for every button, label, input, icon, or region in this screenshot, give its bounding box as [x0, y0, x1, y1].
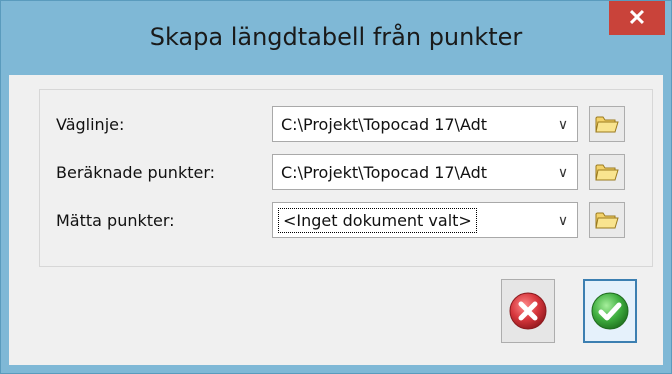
folder-icon	[595, 212, 619, 229]
ok-button[interactable]	[583, 279, 637, 343]
vaglinje-label: Väglinje:	[56, 115, 125, 134]
chevron-down-icon[interactable]: ∨	[553, 213, 573, 227]
vaglinje-browse-button[interactable]	[589, 106, 625, 142]
row-beraknade: Beräknade punkter: C:\Projekt\Topocad 17…	[40, 152, 652, 192]
chevron-down-icon[interactable]: ∨	[553, 165, 573, 179]
dialog-window: Skapa längdtabell från punkter ✕ Väglinj…	[0, 0, 672, 374]
close-icon: ✕	[627, 5, 647, 30]
cancel-button[interactable]	[501, 279, 555, 343]
beraknade-label: Beräknade punkter:	[56, 163, 216, 182]
cancel-icon	[509, 292, 547, 330]
beraknade-value: C:\Projekt\Topocad 17\Adt	[281, 163, 488, 182]
vaglinje-combobox[interactable]: C:\Projekt\Topocad 17\Adt ∨	[272, 106, 578, 142]
title-bar[interactable]: Skapa längdtabell från punkter ✕	[1, 1, 671, 75]
fields-group: Väglinje: C:\Projekt\Topocad 17\Adt ∨ Be…	[39, 89, 653, 267]
matta-label: Mätta punkter:	[56, 211, 175, 230]
matta-value: <Inget dokument valt>	[278, 208, 477, 233]
chevron-down-icon[interactable]: ∨	[553, 117, 573, 131]
folder-icon	[595, 116, 619, 133]
beraknade-combobox[interactable]: C:\Projekt\Topocad 17\Adt ∨	[272, 154, 578, 190]
beraknade-browse-button[interactable]	[589, 154, 625, 190]
ok-check-icon	[591, 292, 629, 330]
matta-browse-button[interactable]	[589, 202, 625, 238]
vaglinje-value: C:\Projekt\Topocad 17\Adt	[281, 115, 488, 134]
window-title: Skapa längdtabell från punkter	[149, 23, 523, 51]
row-vaglinje: Väglinje: C:\Projekt\Topocad 17\Adt ∨	[40, 104, 652, 144]
row-matta: Mätta punkter: <Inget dokument valt> ∨	[40, 200, 652, 240]
close-button[interactable]: ✕	[609, 1, 665, 35]
folder-icon	[595, 164, 619, 181]
matta-combobox[interactable]: <Inget dokument valt> ∨	[272, 202, 578, 238]
dialog-body: Väglinje: C:\Projekt\Topocad 17\Adt ∨ Be…	[9, 75, 663, 365]
